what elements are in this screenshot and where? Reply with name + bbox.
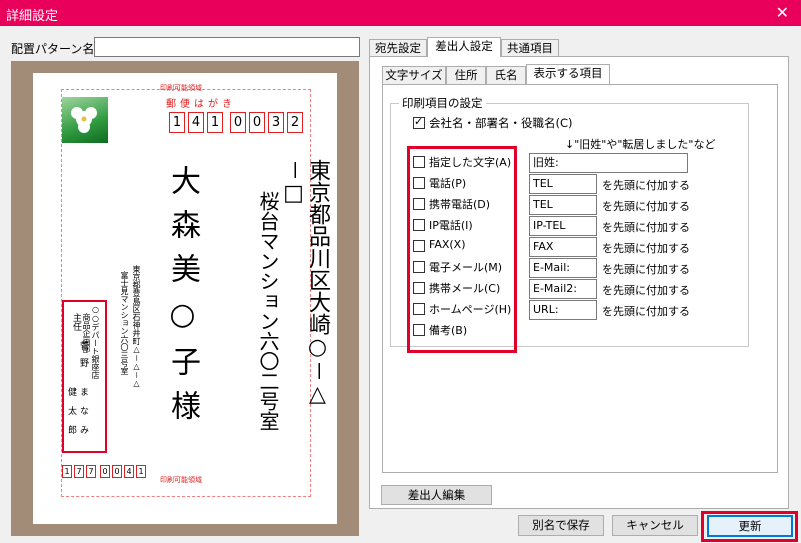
sender-zip-digit: 7 bbox=[86, 465, 96, 478]
sender-zip-digit: 1 bbox=[62, 465, 72, 478]
update-button[interactable]: 更新 bbox=[707, 515, 793, 537]
sender-title: 主任 bbox=[71, 313, 81, 331]
postcard-header: 郵便はがき bbox=[166, 99, 236, 110]
tab-sender[interactable]: 差出人設定 bbox=[427, 37, 501, 57]
sender-zip-digit: 0 bbox=[100, 465, 110, 478]
zip-digit: 0 bbox=[230, 112, 246, 133]
email-label: 電子メール(M) bbox=[429, 261, 503, 274]
company-checkbox[interactable] bbox=[413, 115, 425, 129]
tab-common[interactable]: 共通項目 bbox=[501, 39, 559, 57]
subtab-display-items[interactable]: 表示する項目 bbox=[526, 64, 610, 84]
recipient-address-line1: 東京都品川区大崎○－△－□ bbox=[281, 159, 330, 408]
mobile-label: 携帯電話(D) bbox=[429, 198, 491, 211]
zip-digit: 1 bbox=[207, 112, 223, 133]
zip-digit: 0 bbox=[249, 112, 265, 133]
subtab-name[interactable]: 氏名 bbox=[486, 66, 526, 84]
ip-phone-prefix-input[interactable]: IP-TEL bbox=[529, 216, 597, 236]
recipient-address-line2: 桜台マンション六〇二号室 bbox=[256, 191, 280, 431]
stamp-image bbox=[62, 97, 108, 143]
zip-digit: 2 bbox=[287, 112, 303, 133]
subtab-address[interactable]: 住所 bbox=[446, 66, 486, 84]
mobile-email-prefix-input[interactable]: E-Mail2: bbox=[529, 279, 597, 299]
homepage-label: ホームページ(H) bbox=[429, 303, 512, 316]
email-suffix: を先頭に付加する bbox=[602, 263, 690, 276]
mobile-email-label: 携帯メール(C) bbox=[429, 282, 501, 295]
zip-digit: 4 bbox=[188, 112, 204, 133]
sender-name-family: 菅野 bbox=[78, 341, 88, 375]
email-prefix-input[interactable]: E-Mail: bbox=[529, 258, 597, 278]
homepage-checkbox[interactable] bbox=[413, 303, 425, 315]
fax-label: FAX(X) bbox=[429, 238, 466, 251]
phone-checkbox[interactable] bbox=[413, 177, 425, 189]
sender-name-spouse: まなみ bbox=[78, 387, 88, 444]
sender-company-line1: ○○デパート銀座店 bbox=[91, 305, 100, 379]
save-as-button[interactable]: 別名で保存 bbox=[518, 515, 604, 536]
cancel-button[interactable]: キャンセル bbox=[612, 515, 698, 536]
print-items-group-label: 印刷項目の設定 bbox=[399, 95, 486, 111]
close-icon[interactable]: ✕ bbox=[776, 3, 789, 22]
homepage-suffix: を先頭に付加する bbox=[602, 305, 690, 318]
prefix-hint: ↓"旧姓"や"転居しました"など bbox=[565, 138, 716, 151]
sender-settings-panel: 文字サイズ 住所 氏名 表示する項目 印刷項目の設定 会社名・部署名・役職名(C… bbox=[369, 56, 789, 509]
phone-label: 電話(P) bbox=[429, 177, 467, 190]
pattern-name-input[interactable] bbox=[94, 37, 360, 57]
phone-prefix-input[interactable]: TEL bbox=[529, 174, 597, 194]
printable-area-label-top: 印刷可能領域 bbox=[160, 84, 202, 92]
tab-destination[interactable]: 宛先設定 bbox=[369, 39, 427, 57]
homepage-prefix-input[interactable]: URL: bbox=[529, 300, 597, 320]
notes-label: 備考(B) bbox=[429, 324, 468, 337]
zip-digit: 1 bbox=[169, 112, 185, 133]
sender-name-given: 健太郎 bbox=[66, 387, 76, 444]
sender-zip-digit: 0 bbox=[112, 465, 122, 478]
display-items-panel: 印刷項目の設定 会社名・部署名・役職名(C) ↓"旧姓"や"転居しました"など … bbox=[382, 84, 778, 473]
fax-checkbox[interactable] bbox=[413, 240, 425, 252]
fax-suffix: を先頭に付加する bbox=[602, 242, 690, 255]
sender-zip-digit: 1 bbox=[136, 465, 146, 478]
custom-text-checkbox[interactable] bbox=[413, 156, 425, 168]
email-checkbox[interactable] bbox=[413, 261, 425, 273]
window-title: 詳細設定 bbox=[6, 9, 59, 24]
mobile-prefix-input[interactable]: TEL bbox=[529, 195, 597, 215]
ip-phone-suffix: を先頭に付加する bbox=[602, 221, 690, 234]
title-bar: 詳細設定 ✕ bbox=[0, 0, 801, 26]
notes-checkbox[interactable] bbox=[413, 324, 425, 336]
zip-digit: 3 bbox=[268, 112, 284, 133]
recipient-name: 大森美○子様 bbox=[165, 165, 200, 434]
custom-text-label: 指定した文字(A) bbox=[429, 156, 512, 169]
edit-sender-button[interactable]: 差出人編集 bbox=[381, 485, 492, 505]
sender-zip-digit: 4 bbox=[124, 465, 134, 478]
sender-address-line1: 東京都豊島区石神井町△－△－△ bbox=[132, 265, 141, 388]
company-label: 会社名・部署名・役職名(C) bbox=[429, 116, 573, 130]
pattern-name-label: 配置パターン名 bbox=[11, 42, 95, 56]
mobile-checkbox[interactable] bbox=[413, 198, 425, 210]
sender-zip-digit: 7 bbox=[74, 465, 84, 478]
mobile-email-checkbox[interactable] bbox=[413, 282, 425, 294]
ip-phone-label: IP電話(I) bbox=[429, 219, 473, 232]
subtab-font-size[interactable]: 文字サイズ bbox=[382, 66, 446, 84]
mobile-email-suffix: を先頭に付加する bbox=[602, 284, 690, 297]
fax-prefix-input[interactable]: FAX bbox=[529, 237, 597, 257]
mobile-suffix: を先頭に付加する bbox=[602, 200, 690, 213]
phone-suffix: を先頭に付加する bbox=[602, 179, 690, 192]
sender-address-line2: 富士見マンション六〇三号室 bbox=[120, 271, 129, 375]
printable-area-label-bottom: 印刷可能領域 bbox=[160, 476, 202, 484]
postcard-preview: 印刷可能領域 印刷可能領域 郵便はがき 1 4 1 0 0 3 2 東京都品川区… bbox=[33, 73, 337, 524]
ip-phone-checkbox[interactable] bbox=[413, 219, 425, 231]
custom-text-input[interactable]: 旧姓: bbox=[529, 153, 688, 173]
